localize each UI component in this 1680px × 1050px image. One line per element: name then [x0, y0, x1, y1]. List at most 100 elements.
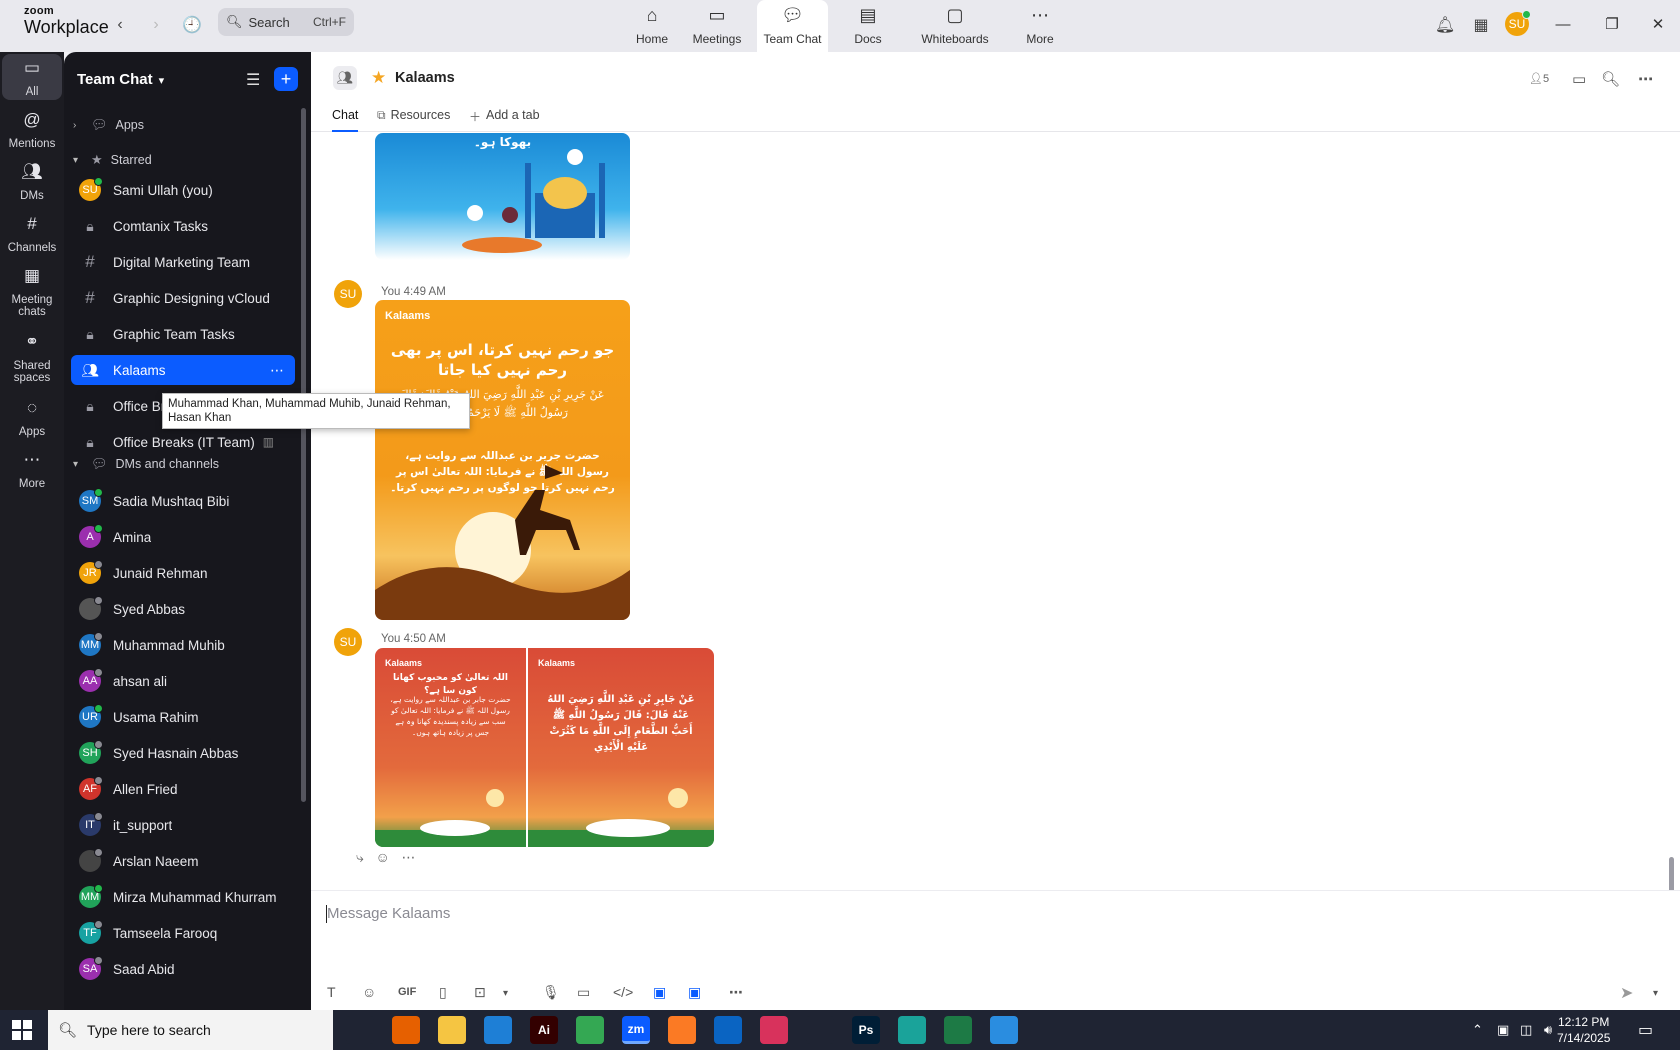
rail-channels[interactable]: # Channels [2, 215, 62, 254]
taskbar-app-firefox-icon[interactable] [392, 1016, 420, 1044]
nav-tab-home[interactable]: ⌂ Home [622, 0, 682, 52]
taskbar-app-paint-icon[interactable] [990, 1016, 1018, 1044]
image-card-hadith-2b[interactable]: Kalaams عَنْ جَابِرِ بْنِ عَبْدِ اللَّهِ… [528, 648, 714, 847]
format-text-icon[interactable]: T [327, 984, 336, 1000]
starred-item[interactable]: # Graphic Designing vCloud [71, 283, 295, 313]
chevron-down-icon[interactable]: ▾ [1653, 988, 1658, 999]
back-icon[interactable]: ‹ [106, 11, 134, 39]
dm-item[interactable]: Arslan Naeem [71, 846, 295, 876]
nav-tab-whiteboards[interactable]: ▢ Whiteboards [916, 0, 994, 52]
more-actions-icon[interactable]: ⋯ [401, 849, 415, 865]
microphone-icon[interactable]: 🎙︎ [542, 984, 560, 1001]
app-shortcut-icon[interactable]: ▣ [653, 984, 666, 1001]
section-dms-channels[interactable]: ▾ 💬︎ DMs and channels [71, 452, 295, 476]
filter-icon[interactable]: ☰ [246, 70, 260, 90]
starred-item[interactable]: 🔒︎ Comtanix Tasks [71, 211, 295, 241]
file-icon[interactable]: ▯ [439, 984, 447, 1001]
tray-network-icon[interactable]: ▣ [1497, 1022, 1509, 1038]
dm-item[interactable]: SM Sadia Mushtaq Bibi [71, 486, 295, 516]
windows-start-icon[interactable] [12, 1020, 32, 1040]
taskbar-app-outlook-icon[interactable] [714, 1016, 742, 1044]
image-card-top[interactable]: بھوکا ہو۔ [375, 133, 630, 260]
forward-icon[interactable]: › [142, 11, 170, 39]
starred-item[interactable]: # Digital Marketing Team [71, 247, 295, 277]
taskbar-search[interactable]: 🔍︎ Type here to search [48, 1010, 333, 1050]
taskbar-app-chrome-icon[interactable] [576, 1016, 604, 1044]
taskbar-app-excel-icon[interactable] [944, 1016, 972, 1044]
section-starred[interactable]: ▾ ★ Starred [71, 148, 295, 172]
taskbar-app-file-explorer-icon[interactable] [438, 1016, 466, 1044]
message-input[interactable] [327, 905, 1027, 922]
taskbar-app-xampp-icon[interactable] [668, 1016, 696, 1044]
taskbar-app-photoshop-icon[interactable]: Ps [852, 1016, 880, 1044]
dm-item[interactable]: Syed Abbas [71, 594, 295, 624]
dm-item[interactable]: AA ahsan ali [71, 666, 295, 696]
more-tools-icon[interactable]: ⋯ [729, 984, 743, 1001]
starred-item[interactable]: 🔒︎ Graphic Team Tasks [71, 319, 295, 349]
star-icon[interactable]: ★ [371, 68, 386, 88]
dm-item[interactable]: MM Muhammad Muhib [71, 630, 295, 660]
send-icon[interactable]: ➤ [1620, 983, 1633, 1003]
dm-item[interactable]: UR Usama Rahim [71, 702, 295, 732]
nav-tab-docs[interactable]: ▤ Docs [846, 0, 890, 52]
member-count[interactable]: 👤︎5 [1529, 72, 1549, 85]
channel-name[interactable]: Kalaams [395, 70, 455, 86]
tray-volume-icon[interactable]: 🔊︎ [1544, 1022, 1552, 1038]
tab-add[interactable]: ＋ Add a tab [469, 108, 540, 132]
image-card-hadith-2a[interactable]: Kalaams اللہ تعالیٰ کو محبوب کھانا کون س… [375, 648, 526, 847]
notification-icon[interactable]: ▭ [1638, 1020, 1653, 1040]
dm-item[interactable]: SH Syed Hasnain Abbas [71, 738, 295, 768]
dm-item[interactable]: JR Junaid Rehman [71, 558, 295, 588]
emoji-icon[interactable]: ☺ [362, 984, 376, 1000]
reply-icon[interactable]: ⤷ [356, 849, 364, 865]
starred-item[interactable]: SU Sami Ullah (you) [71, 175, 295, 205]
gif-button[interactable]: GIF [398, 986, 416, 998]
taskbar-app-task-view-icon[interactable] [346, 1016, 374, 1044]
taskbar-app-zoom-icon[interactable]: zm [622, 1016, 650, 1044]
rail-apps[interactable]: ◌ Apps [2, 399, 62, 438]
section-apps[interactable]: › 💬︎ Apps [71, 113, 295, 137]
minimize-button[interactable]: — [1548, 10, 1578, 38]
tab-resources[interactable]: ⧉ Resources [377, 108, 450, 132]
taskbar-app-app-blue-icon[interactable] [898, 1016, 926, 1044]
rail-dms[interactable]: 👥︎ DMs [2, 163, 62, 202]
sidebar-scrollbar[interactable] [301, 108, 306, 802]
tab-chat[interactable]: Chat [332, 108, 359, 132]
rail-shared-spaces[interactable]: ⚭ Shared spaces [2, 333, 62, 384]
tray-wifi-icon[interactable]: ◫ [1520, 1022, 1532, 1038]
sidebar-title[interactable]: Team Chat ▾ [77, 71, 164, 88]
video-message-icon[interactable]: ▭ [577, 984, 590, 1001]
emoji-reaction-icon[interactable]: ☺ [376, 849, 390, 865]
dm-item[interactable]: A Amina [71, 522, 295, 552]
new-chat-button[interactable]: + [274, 67, 298, 91]
dm-item[interactable]: SA Saad Abid [71, 954, 295, 984]
rail-meeting-chats[interactable]: ▦ Meeting chats [2, 267, 62, 318]
chevron-down-icon[interactable]: ▾ [503, 988, 508, 999]
tray-chevron-icon[interactable]: ⌃ [1472, 1022, 1483, 1038]
taskbar-app-pen-tool-icon[interactable] [806, 1016, 834, 1044]
dm-item[interactable]: IT it_support [71, 810, 295, 840]
taskbar-app-illustrator-icon[interactable]: Ai [530, 1016, 558, 1044]
image-card-hadith-1[interactable]: Kalaams جو رحم نہیں کرتا، اس پر بھی رحم … [375, 300, 630, 620]
nav-tab-meetings[interactable]: ▭ Meetings [688, 0, 746, 52]
dm-item[interactable]: AF Allen Fried [71, 774, 295, 804]
close-button[interactable]: ✕ [1643, 10, 1673, 38]
search-icon[interactable]: 🔍︎ [1601, 70, 1620, 88]
dm-item[interactable]: TF Tamseela Farooq [71, 918, 295, 948]
taskbar-app-vscode-icon[interactable] [484, 1016, 512, 1044]
calendar-app-icon[interactable]: ▦ [1467, 11, 1495, 39]
taskbar-clock[interactable]: 12:12 PM 7/14/2025 [1557, 1014, 1610, 1046]
starred-item[interactable]: 👥︎ Kalaams ⋯ [71, 355, 295, 385]
code-snippet-icon[interactable]: </> [613, 984, 633, 1000]
video-call-icon[interactable]: ▭ [1572, 70, 1586, 88]
message-list[interactable]: بھوکا ہو۔ SU You 4:49 AM Kalaams جو رحم … [311, 133, 1680, 941]
rail-mentions[interactable]: @ Mentions [2, 111, 62, 150]
sender-avatar[interactable]: SU [334, 628, 362, 656]
rail-more[interactable]: ⋯ More [2, 451, 62, 490]
nav-tab-team-chat[interactable]: 💬︎ Team Chat [757, 0, 828, 52]
more-options-icon[interactable]: ⋯ [270, 362, 285, 379]
maximize-button[interactable]: ❐ [1597, 10, 1627, 38]
nav-tab-more[interactable]: ⋯ More [1022, 0, 1058, 52]
global-search[interactable]: 🔍︎ Search Ctrl+F [218, 8, 354, 36]
screenshot-icon[interactable]: ⊡ [474, 984, 486, 1001]
